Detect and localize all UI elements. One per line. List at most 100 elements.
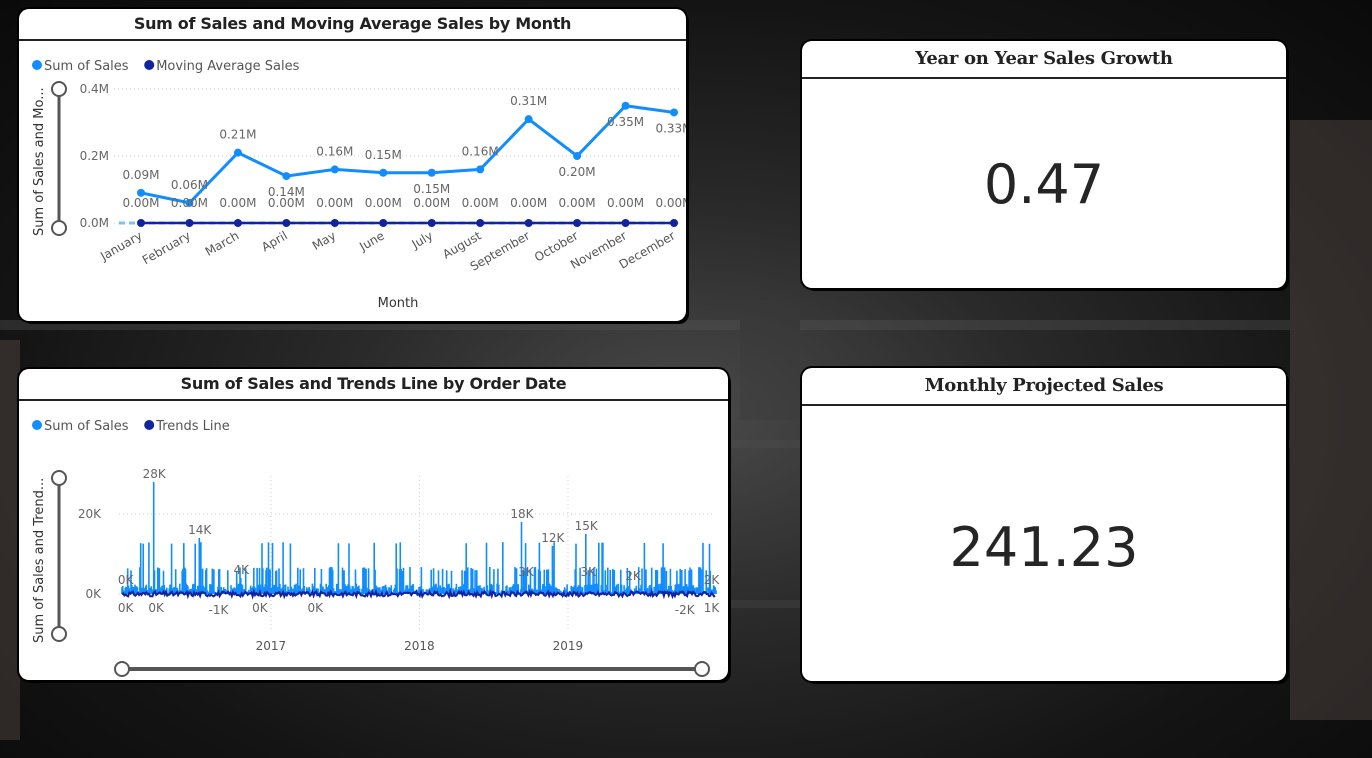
data-label: 0.15M xyxy=(413,182,450,196)
data-point xyxy=(233,148,242,157)
chart-card-monthly-sales: Sum of Sales and Moving Average Sales by… xyxy=(19,9,686,321)
x-slider-handle-right[interactable] xyxy=(694,661,710,677)
legend-marker xyxy=(144,60,155,70)
data-point xyxy=(476,165,485,174)
legend-marker xyxy=(32,420,42,430)
series-line xyxy=(140,104,675,205)
x-axis-label: Month xyxy=(378,296,419,311)
data-point xyxy=(330,165,339,174)
data-label: -2K xyxy=(675,603,696,617)
legend-marker xyxy=(144,420,155,430)
data-point xyxy=(524,115,533,124)
data-point xyxy=(185,219,194,227)
x-tick-label: March xyxy=(203,228,242,258)
data-point xyxy=(476,219,485,227)
y-axis-label: Sum of Sales and Trend... xyxy=(32,478,47,643)
data-point xyxy=(670,219,678,227)
data-point xyxy=(427,168,436,177)
data-label: 28K xyxy=(143,467,167,481)
data-label: 0.00M xyxy=(607,196,644,210)
data-label: 0.09M xyxy=(122,168,159,182)
data-label: 0.06M xyxy=(171,178,208,192)
kpi-value: 241.23 xyxy=(949,516,1139,579)
data-label: 0.00M xyxy=(316,196,353,210)
y-axis-label: Sum of Sales and Mo... xyxy=(32,87,47,236)
data-point xyxy=(621,101,630,110)
y-slider-handle-top[interactable] xyxy=(51,470,67,486)
data-label: 0.00M xyxy=(365,196,402,210)
data-label: 0.21M xyxy=(219,128,256,142)
legend-label: Trends Line xyxy=(155,419,230,434)
chart-title: Sum of Sales and Moving Average Sales by… xyxy=(19,9,686,41)
x-tick-label: 2018 xyxy=(404,639,435,653)
data-label: 0.35M xyxy=(607,115,644,129)
x-tick-label: 2017 xyxy=(256,639,287,653)
y-slider-handle-bottom[interactable] xyxy=(51,626,67,642)
x-tick-label: April xyxy=(259,228,290,254)
data-label: 1K xyxy=(704,601,721,615)
kpi-card-yoy-growth: Year on Year Sales Growth 0.47 xyxy=(802,41,1286,288)
data-label: 0.00M xyxy=(462,196,499,210)
data-label: 0K xyxy=(118,601,135,615)
data-point xyxy=(573,152,582,160)
data-point xyxy=(379,168,388,177)
x-slider-handle-left[interactable] xyxy=(114,661,130,677)
data-point xyxy=(282,172,291,181)
data-label: 4K xyxy=(233,563,250,577)
data-point xyxy=(379,219,388,227)
data-label: 0K xyxy=(252,601,269,615)
y-tick-label: 0.2M xyxy=(80,149,109,163)
y-slider-handle-top[interactable] xyxy=(51,81,67,97)
data-label: 0.00M xyxy=(655,196,686,210)
data-label: 0K xyxy=(307,601,324,615)
legend-label: Sum of Sales xyxy=(44,59,129,74)
data-label: 0.00M xyxy=(559,196,596,210)
x-tick-label: February xyxy=(140,228,193,267)
data-label: 0.00M xyxy=(171,196,208,210)
kpi-value: 0.47 xyxy=(983,153,1105,216)
data-point xyxy=(330,219,339,227)
x-tick-label: January xyxy=(97,228,144,263)
kpi-card-monthly-projected: Monthly Projected Sales 241.23 xyxy=(802,368,1286,681)
y-tick-label: 20K xyxy=(78,507,102,521)
data-label: 14K xyxy=(188,523,212,537)
data-point xyxy=(573,219,582,227)
data-label: 0.16M xyxy=(316,144,353,158)
legend-label: Moving Average Sales xyxy=(156,59,299,74)
chart-card-order-date-sales: Sum of Sales and Trends Line by Order Da… xyxy=(19,369,728,680)
data-label: 0.00M xyxy=(219,196,256,210)
data-point xyxy=(233,219,242,227)
data-point xyxy=(427,219,436,227)
kpi-title: Year on Year Sales Growth xyxy=(802,41,1286,79)
data-label: 0.00M xyxy=(413,196,450,210)
y-slider-handle-bottom[interactable] xyxy=(51,220,67,236)
data-label: 3K xyxy=(518,565,535,579)
data-point xyxy=(524,219,533,227)
y-tick-label: 0K xyxy=(85,587,102,601)
data-label: 0.16M xyxy=(462,144,499,158)
data-label: -1K xyxy=(209,603,230,617)
legend-label: Sum of Sales xyxy=(44,419,129,434)
data-label: 0K xyxy=(118,573,135,587)
kpi-title: Monthly Projected Sales xyxy=(802,368,1286,406)
data-label: 0.20M xyxy=(559,165,596,179)
x-tick-label: 2019 xyxy=(553,639,584,653)
data-label: 0.33M xyxy=(655,121,686,135)
data-label: 3K xyxy=(580,565,597,579)
order-date-sales-chart: Sum of Sales Trends Line Sum of Sales and … xyxy=(32,419,721,677)
monthly-sales-chart: Sum of Sales Moving Average Sales Sum of S… xyxy=(32,59,686,311)
x-tick-label: July xyxy=(409,228,436,251)
x-tick-label: May xyxy=(310,228,338,253)
data-point xyxy=(137,219,145,227)
x-tick-label: June xyxy=(356,228,387,254)
data-label: 18K xyxy=(510,507,534,521)
legend-marker xyxy=(32,60,42,70)
data-label: 0K xyxy=(148,601,165,615)
data-label: 0.15M xyxy=(365,148,402,162)
data-point xyxy=(670,108,678,117)
data-label: 0.00M xyxy=(268,196,305,210)
data-label: 0.00M xyxy=(122,196,159,210)
data-label: 0.00M xyxy=(510,196,547,210)
data-point xyxy=(621,219,630,227)
data-label: 0.31M xyxy=(510,94,547,108)
